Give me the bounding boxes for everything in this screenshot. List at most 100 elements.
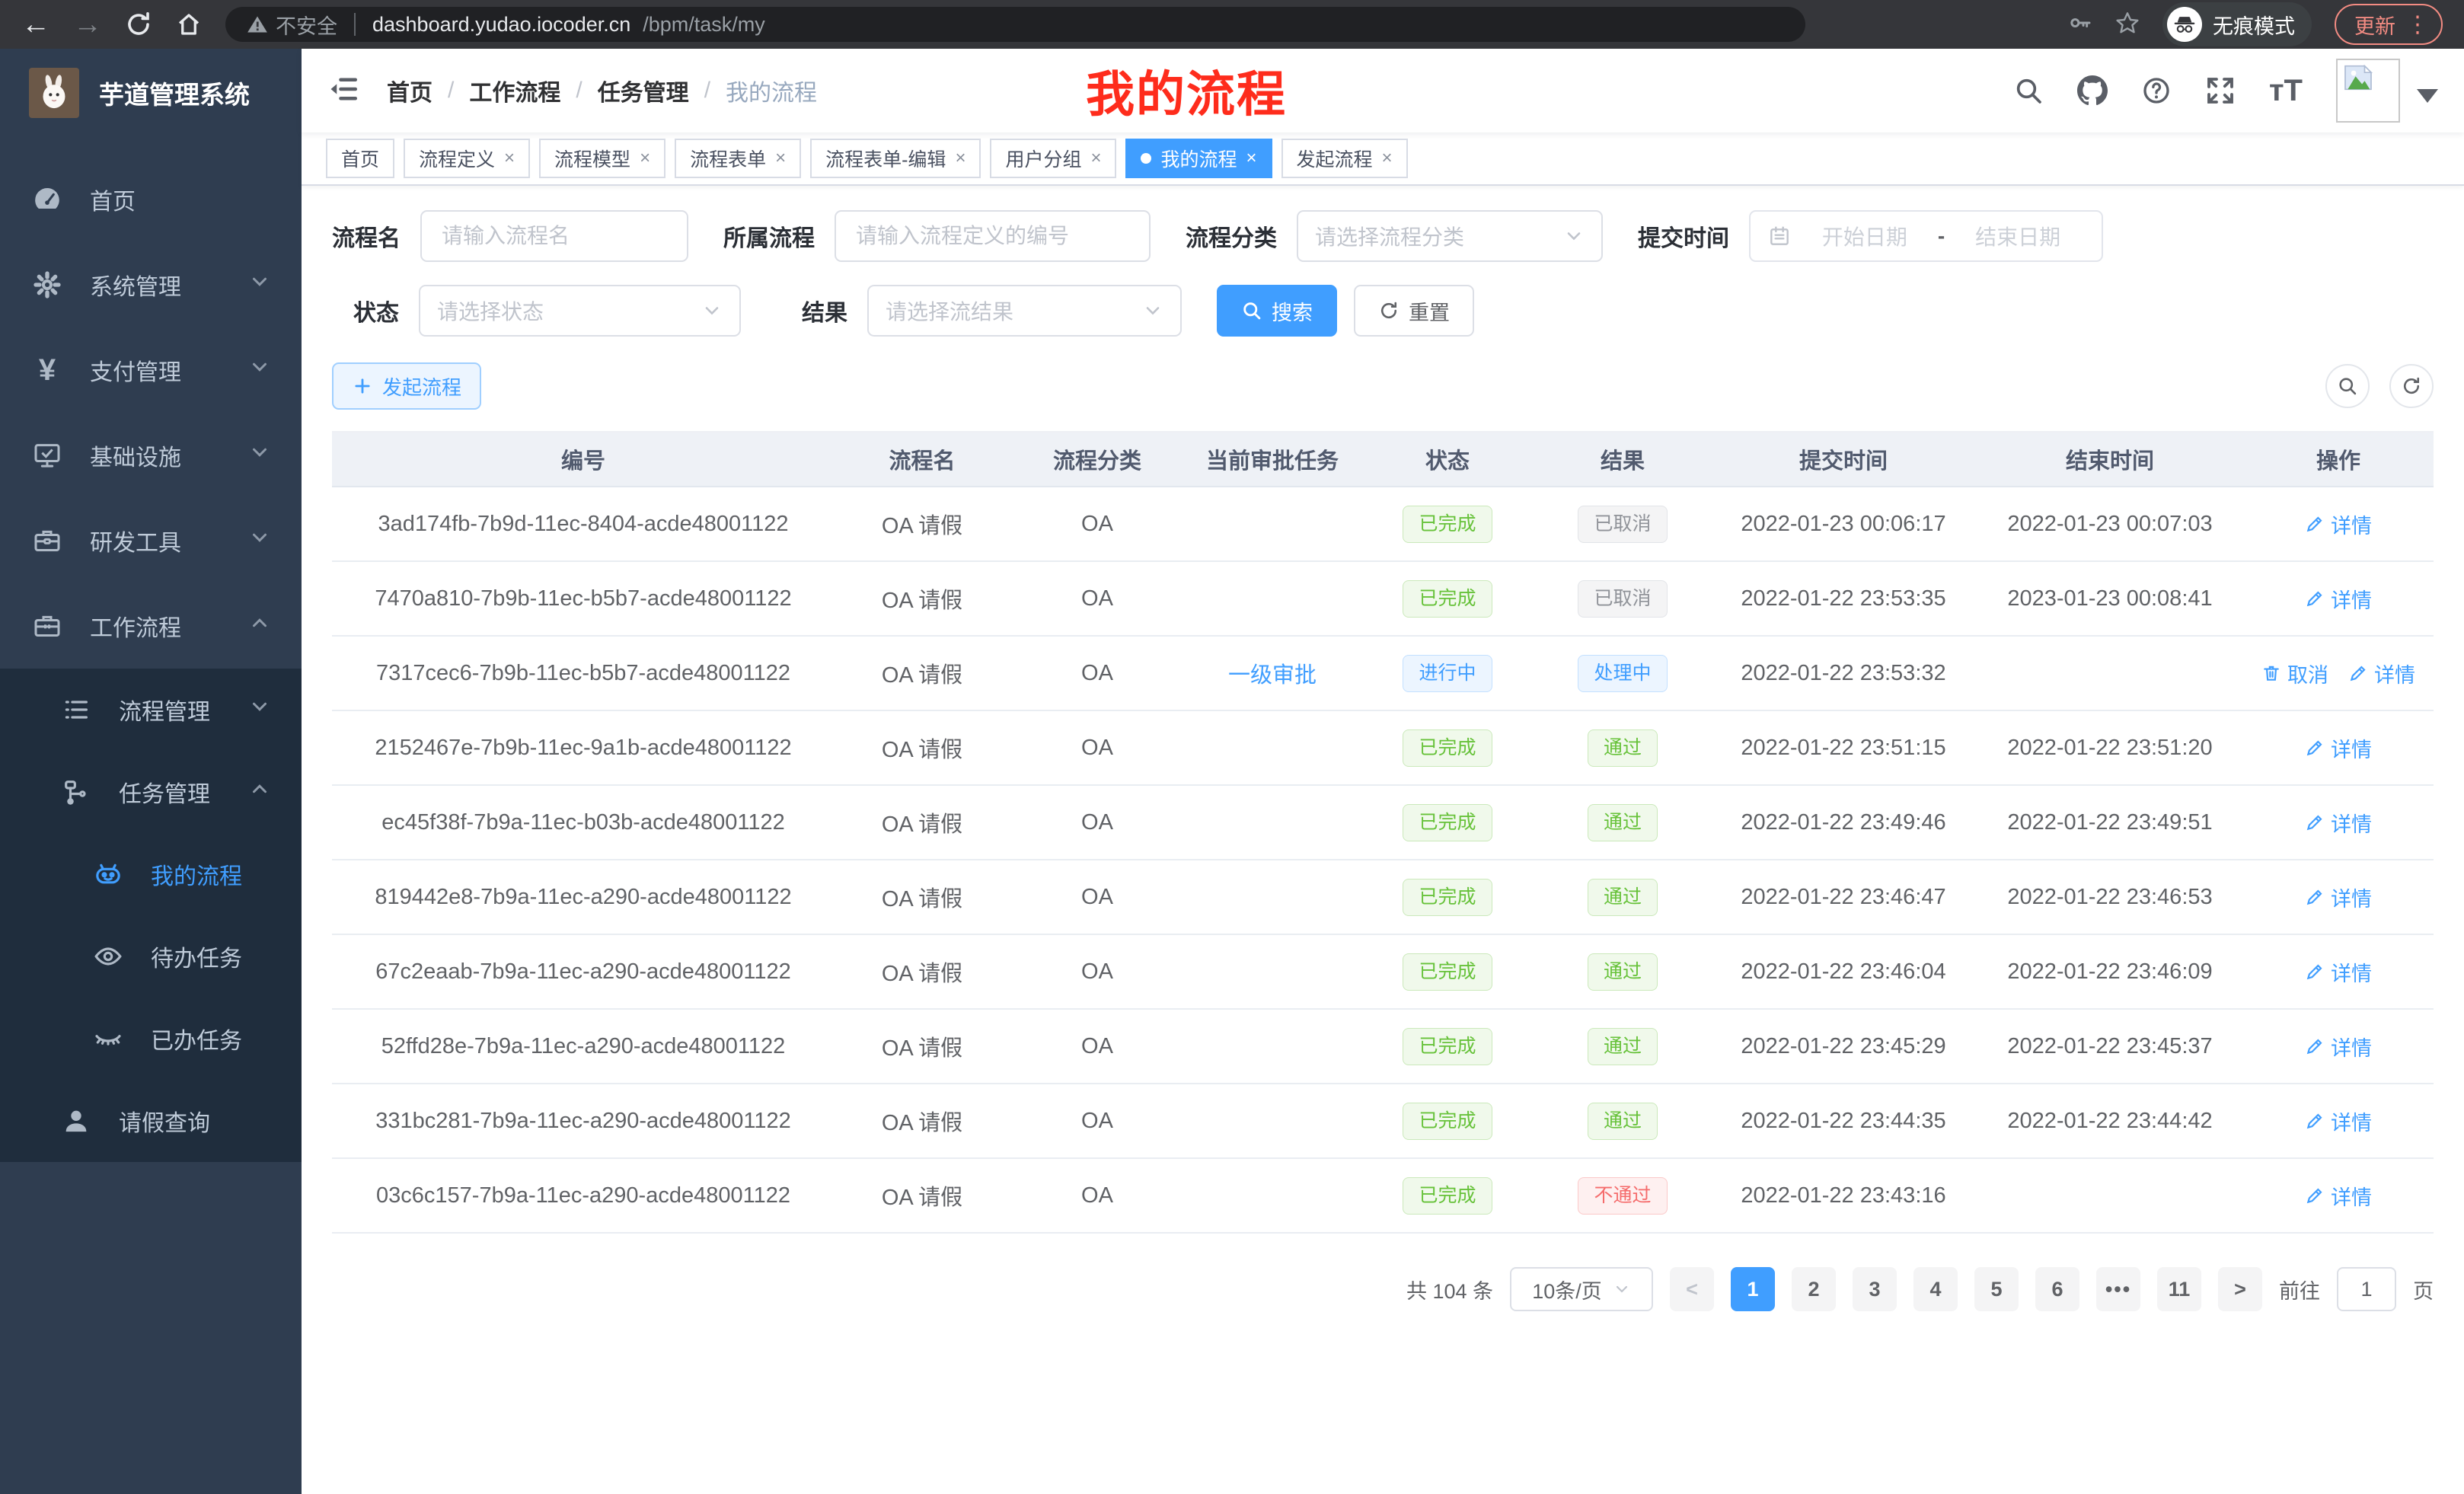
sidebar-item-my-processes[interactable]: 我的流程	[0, 833, 302, 915]
more-pages-button[interactable]: •••	[2096, 1267, 2140, 1311]
detail-link[interactable]: 详情	[2305, 1032, 2372, 1061]
detail-link[interactable]: 详情	[2305, 957, 2372, 987]
sidebar-item-system[interactable]: 系统管理	[0, 242, 302, 327]
logo-image	[29, 68, 79, 118]
detail-link[interactable]: 详情	[2305, 584, 2372, 614]
tab-home[interactable]: 首页	[326, 139, 394, 178]
eye-icon	[91, 940, 125, 973]
filter-row-1: 流程名 所属流程 流程分类 请选择流程分类 提交时间	[332, 210, 2434, 262]
page-button-3[interactable]: 3	[1853, 1267, 1897, 1311]
breadcrumb-home[interactable]: 首页	[387, 74, 432, 107]
page-size-select[interactable]: 10条/页	[1510, 1267, 1653, 1311]
close-icon[interactable]: ×	[775, 148, 786, 169]
breadcrumb-workflow[interactable]: 工作流程	[469, 74, 560, 107]
app-logo[interactable]: 芋道管理系统	[0, 49, 302, 137]
tab-start-process[interactable]: 发起流程×	[1281, 139, 1408, 178]
incognito-badge: 无痕模式	[2162, 2, 2312, 46]
address-bar[interactable]: 不安全 dashboard.yudao.iocoder.cn/bpm/task/…	[225, 7, 1805, 42]
sidebar-item-home[interactable]: 首页	[0, 157, 302, 242]
detail-link[interactable]: 详情	[2305, 1106, 2372, 1136]
tab-user-group[interactable]: 用户分组×	[990, 139, 1116, 178]
sidebar-fold-icon[interactable]	[327, 73, 359, 109]
result-select[interactable]: 请选择流结果	[867, 285, 1182, 337]
close-icon[interactable]: ×	[955, 148, 965, 169]
browser-reload-icon[interactable]	[125, 11, 152, 38]
bookmark-star-icon[interactable]	[2115, 11, 2140, 39]
detail-link[interactable]: 详情	[2305, 1181, 2372, 1211]
close-icon[interactable]: ×	[640, 148, 650, 169]
page-button-2[interactable]: 2	[1792, 1267, 1836, 1311]
next-page-button[interactable]: >	[2218, 1267, 2262, 1311]
prev-page-button[interactable]: <	[1670, 1267, 1714, 1311]
cell-submit-time: 2022-01-22 23:45:29	[1710, 1034, 1977, 1059]
refresh-table-button[interactable]	[2389, 364, 2434, 408]
date-range-picker[interactable]: 开始日期 - 结束日期	[1749, 210, 2103, 262]
browser-chrome: ← → 不安全 dashboard.yudao.iocoder.cn/bpm/t…	[0, 0, 2464, 49]
sidebar-item-process-management[interactable]: 流程管理	[0, 669, 302, 751]
category-select[interactable]: 请选择流程分类	[1297, 210, 1603, 262]
tab-process-form-edit[interactable]: 流程表单-编辑×	[810, 139, 981, 178]
page-button-1[interactable]: 1	[1731, 1267, 1775, 1311]
detail-link[interactable]: 详情	[2305, 509, 2372, 539]
current-task-link[interactable]: 一级审批	[1228, 657, 1317, 689]
sidebar-item-task-management[interactable]: 任务管理	[0, 751, 302, 833]
close-icon[interactable]: ×	[1090, 148, 1101, 169]
sidebar-item-devtools[interactable]: 研发工具	[0, 498, 302, 583]
browser-menu-icon[interactable]: ⋮	[2406, 11, 2429, 38]
goto-page-input[interactable]	[2337, 1267, 2396, 1311]
close-icon[interactable]: ×	[504, 148, 515, 169]
cancel-link[interactable]: 取消	[2261, 659, 2328, 688]
edit-icon	[2305, 1036, 2325, 1056]
sidebar-item-payment[interactable]: ¥ 支付管理	[0, 327, 302, 413]
update-button[interactable]: 更新 ⋮	[2335, 4, 2443, 45]
detail-link[interactable]: 详情	[2305, 883, 2372, 912]
dashboard-icon	[30, 183, 64, 216]
page-button-6[interactable]: 6	[2035, 1267, 2079, 1311]
search-icon[interactable]	[2013, 75, 2044, 106]
sidebar-item-workflow[interactable]: 工作流程	[0, 583, 302, 669]
cell-category: OA	[1010, 810, 1185, 835]
browser-forward-icon[interactable]: →	[73, 10, 102, 39]
page-button-5[interactable]: 5	[1974, 1267, 2019, 1311]
sidebar-item-done-tasks[interactable]: 已办任务	[0, 998, 302, 1080]
fullscreen-icon[interactable]	[2205, 75, 2236, 106]
sidebar-item-label: 研发工具	[90, 524, 181, 557]
user-avatar-dropdown[interactable]	[2336, 59, 2438, 123]
page-button-4[interactable]: 4	[1913, 1267, 1958, 1311]
help-icon[interactable]	[2141, 75, 2172, 106]
status-badge: 已完成	[1403, 1028, 1492, 1065]
start-process-button[interactable]: 发起流程	[332, 362, 481, 410]
security-warning-icon[interactable]: 不安全	[247, 10, 337, 40]
tab-process-model[interactable]: 流程模型×	[539, 139, 665, 178]
search-button[interactable]: 搜索	[1217, 285, 1337, 337]
toggle-search-button[interactable]	[2325, 364, 2370, 408]
status-select[interactable]: 请选择状态	[419, 285, 741, 337]
tab-process-definition[interactable]: 流程定义×	[404, 139, 530, 178]
github-icon[interactable]	[2077, 75, 2108, 106]
process-name-input[interactable]	[420, 210, 688, 262]
detail-link[interactable]: 详情	[2305, 733, 2372, 763]
cell-name: OA 请假	[835, 1105, 1010, 1137]
key-icon[interactable]	[2068, 11, 2092, 39]
sidebar-item-infrastructure[interactable]: 基础设施	[0, 413, 302, 498]
detail-link[interactable]: 详情	[2305, 808, 2372, 838]
browser-back-icon[interactable]: ←	[21, 10, 50, 39]
font-size-icon[interactable]: ᴛT	[2269, 75, 2303, 106]
sidebar-item-todo-tasks[interactable]: 待办任务	[0, 915, 302, 998]
tab-my-processes[interactable]: 我的流程×	[1125, 139, 1272, 178]
sidebar-item-label: 流程管理	[119, 693, 210, 726]
browser-home-icon[interactable]	[175, 11, 203, 38]
table-row: 7317cec6-7b9b-11ec-b5b7-acde48001122 OA …	[332, 637, 2434, 711]
detail-link[interactable]: 详情	[2348, 659, 2415, 688]
close-icon[interactable]: ×	[1246, 148, 1257, 169]
close-icon[interactable]: ×	[1382, 148, 1393, 169]
breadcrumb-task-management[interactable]: 任务管理	[598, 74, 689, 107]
definition-id-input[interactable]	[835, 210, 1151, 262]
submit-time-label: 提交时间	[1638, 219, 1729, 253]
reset-button[interactable]: 重置	[1354, 285, 1474, 337]
sidebar-item-leave-query[interactable]: 请假查询	[0, 1080, 302, 1162]
page-button-11[interactable]: 11	[2157, 1267, 2201, 1311]
status-badge: 已完成	[1403, 953, 1492, 991]
sidebar-item-label: 已办任务	[151, 1022, 242, 1055]
tab-process-form[interactable]: 流程表单×	[675, 139, 801, 178]
